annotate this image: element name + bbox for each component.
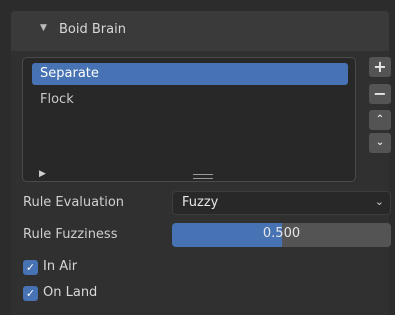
move-up-button[interactable]: ⌃ (369, 110, 391, 130)
list-item-flock[interactable]: Flock (32, 89, 348, 111)
on-land-label: On Land (43, 285, 98, 300)
add-rule-button[interactable]: + (369, 57, 391, 77)
rule-fuzziness-slider[interactable]: 0.500 (172, 223, 391, 247)
chevron-up-icon: ⌃ (375, 114, 385, 125)
triangle-right-icon[interactable]: ▶ (39, 169, 46, 179)
rule-fuzziness-value: 0.500 (262, 226, 301, 241)
chevron-down-icon: ⌄ (374, 195, 384, 208)
resize-handle-icon[interactable] (193, 174, 213, 179)
chevron-down-icon: ⌄ (375, 137, 385, 148)
panel-header-boid-brain[interactable]: ▼ Boid Brain (11, 11, 389, 51)
on-land-checkbox[interactable]: ✓ (23, 286, 38, 301)
in-air-label: In Air (43, 259, 78, 274)
rule-evaluation-label: Rule Evaluation (23, 195, 125, 210)
rules-list[interactable]: Separate Flock ▶ (22, 57, 356, 182)
rule-evaluation-dropdown[interactable]: Fuzzy ⌄ (172, 191, 391, 215)
move-down-button[interactable]: ⌄ (369, 133, 391, 153)
in-air-checkbox[interactable]: ✓ (23, 260, 38, 275)
panel-title: Boid Brain (59, 22, 126, 37)
rule-evaluation-value: Fuzzy (182, 195, 219, 210)
list-item-separate[interactable]: Separate (32, 63, 348, 85)
remove-rule-button[interactable]: − (369, 84, 391, 104)
rule-fuzziness-label: Rule Fuzziness (23, 227, 118, 242)
triangle-down-icon: ▼ (40, 23, 47, 33)
